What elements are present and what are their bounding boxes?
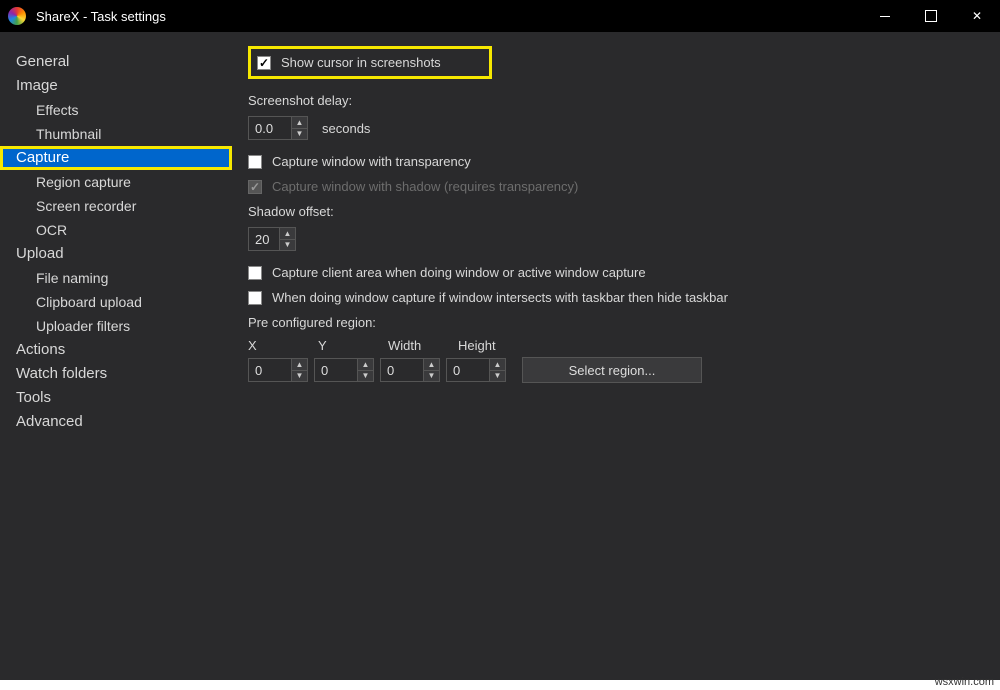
- show-cursor-highlight: Show cursor in screenshots: [248, 46, 492, 79]
- sidebar-item-actions[interactable]: Actions: [0, 338, 232, 362]
- sidebar-item-region-capture[interactable]: Region capture: [0, 170, 232, 194]
- screenshot-delay-spinner[interactable]: 0.0 ▲▼: [248, 116, 308, 140]
- screenshot-delay-label: Screenshot delay:: [248, 93, 984, 108]
- capture-shadow-label: Capture window with shadow (requires tra…: [272, 179, 578, 194]
- app-logo-icon: [8, 7, 26, 25]
- sidebar-item-advanced[interactable]: Advanced: [0, 410, 232, 434]
- seconds-label: seconds: [322, 121, 370, 136]
- titlebar[interactable]: ShareX - Task settings: [0, 0, 1000, 32]
- watermark: wsxwin.com: [935, 676, 994, 688]
- shadow-offset-label: Shadow offset:: [248, 204, 984, 219]
- spinner-up-icon[interactable]: ▲: [424, 359, 439, 371]
- close-button[interactable]: [954, 0, 1000, 32]
- capture-transparency-checkbox[interactable]: [248, 155, 262, 169]
- shadow-offset-value[interactable]: 20: [249, 228, 279, 250]
- sidebar-item-capture[interactable]: Capture: [0, 146, 232, 170]
- sidebar-item-ocr[interactable]: OCR: [0, 218, 232, 242]
- minimize-button[interactable]: [862, 0, 908, 32]
- region-w-spinner[interactable]: 0▲▼: [380, 358, 440, 382]
- sidebar-item-upload[interactable]: Upload: [0, 242, 232, 266]
- region-x-spinner[interactable]: 0▲▼: [248, 358, 308, 382]
- capture-transparency-label: Capture window with transparency: [272, 154, 471, 169]
- spinner-up-icon[interactable]: ▲: [280, 228, 295, 240]
- sidebar-item-general[interactable]: General: [0, 50, 232, 74]
- shadow-offset-spinner[interactable]: 20 ▲▼: [248, 227, 296, 251]
- region-h-spinner[interactable]: 0▲▼: [446, 358, 506, 382]
- region-y-spinner[interactable]: 0▲▼: [314, 358, 374, 382]
- sidebar-item-file-naming[interactable]: File naming: [0, 266, 232, 290]
- sidebar-item-screen-recorder[interactable]: Screen recorder: [0, 194, 232, 218]
- capture-client-area-checkbox[interactable]: [248, 266, 262, 280]
- sidebar-item-watch-folders[interactable]: Watch folders: [0, 362, 232, 386]
- region-x-label: X: [248, 338, 318, 353]
- maximize-button[interactable]: [908, 0, 954, 32]
- spinner-down-icon[interactable]: ▼: [292, 371, 307, 382]
- hide-taskbar-label: When doing window capture if window inte…: [272, 290, 728, 305]
- spinner-up-icon[interactable]: ▲: [292, 359, 307, 371]
- spinner-down-icon[interactable]: ▼: [490, 371, 505, 382]
- capture-client-area-label: Capture client area when doing window or…: [272, 265, 646, 280]
- region-y-label: Y: [318, 338, 388, 353]
- sidebar-item-uploader-filters[interactable]: Uploader filters: [0, 314, 232, 338]
- window-body: General Image Effects Thumbnail Capture …: [0, 32, 1000, 680]
- region-w-label: Width: [388, 338, 458, 353]
- spinner-up-icon[interactable]: ▲: [490, 359, 505, 371]
- sidebar: General Image Effects Thumbnail Capture …: [0, 32, 232, 680]
- pre-region-label: Pre configured region:: [248, 315, 984, 330]
- show-cursor-checkbox[interactable]: [257, 56, 271, 70]
- show-cursor-label: Show cursor in screenshots: [281, 55, 441, 70]
- hide-taskbar-checkbox[interactable]: [248, 291, 262, 305]
- capture-shadow-checkbox: [248, 180, 262, 194]
- app-window: ShareX - Task settings General Image Eff…: [0, 0, 1000, 680]
- spinner-down-icon[interactable]: ▼: [358, 371, 373, 382]
- sidebar-item-clipboard-upload[interactable]: Clipboard upload: [0, 290, 232, 314]
- region-h-label: Height: [458, 338, 528, 353]
- sidebar-item-thumbnail[interactable]: Thumbnail: [0, 122, 232, 146]
- window-title: ShareX - Task settings: [36, 9, 166, 24]
- spinner-up-icon[interactable]: ▲: [358, 359, 373, 371]
- sidebar-item-tools[interactable]: Tools: [0, 386, 232, 410]
- spinner-down-icon[interactable]: ▼: [280, 240, 295, 251]
- screenshot-delay-value[interactable]: 0.0: [249, 117, 291, 139]
- content-panel: Show cursor in screenshots Screenshot de…: [232, 32, 1000, 680]
- spinner-up-icon[interactable]: ▲: [292, 117, 307, 129]
- sidebar-item-effects[interactable]: Effects: [0, 98, 232, 122]
- spinner-down-icon[interactable]: ▼: [292, 129, 307, 140]
- select-region-button[interactable]: Select region...: [522, 357, 702, 383]
- sidebar-item-image[interactable]: Image: [0, 74, 232, 98]
- spinner-down-icon[interactable]: ▼: [424, 371, 439, 382]
